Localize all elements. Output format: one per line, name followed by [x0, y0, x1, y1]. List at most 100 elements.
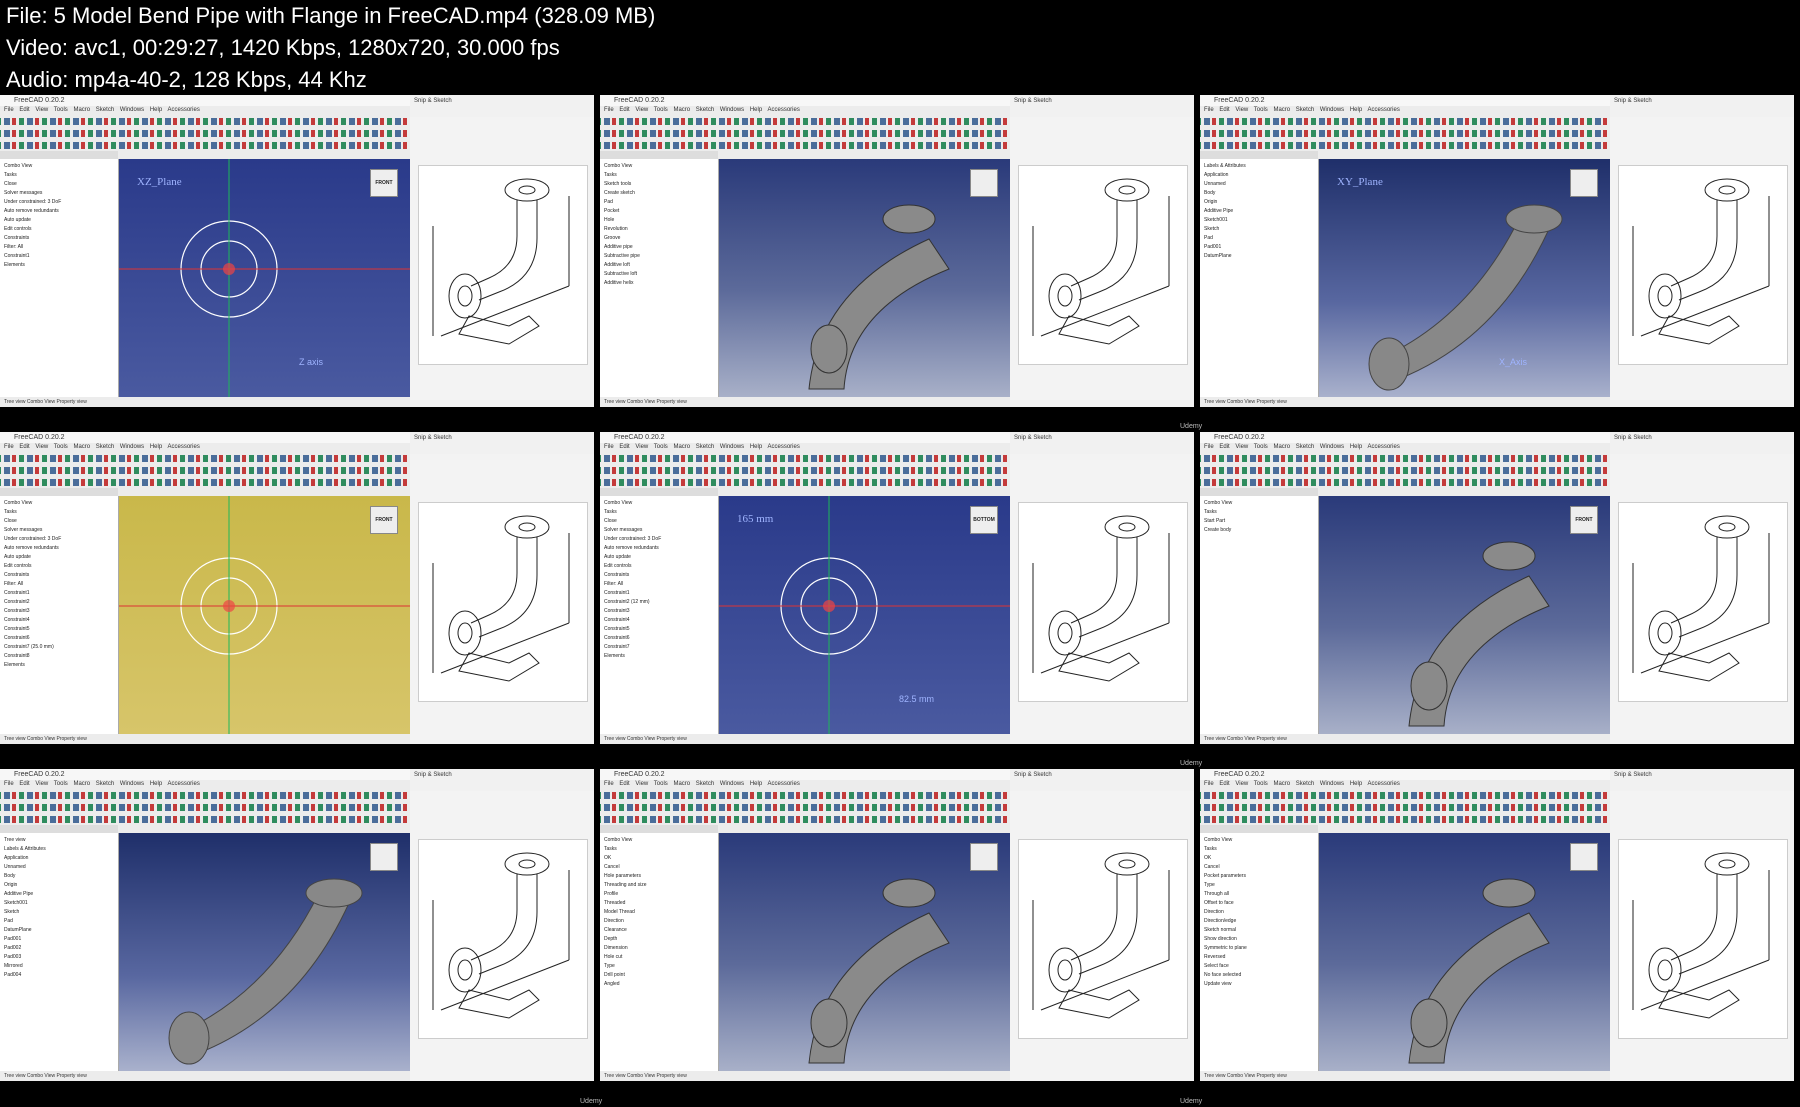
toolbar-row-1[interactable] — [600, 453, 1010, 464]
pipe-model[interactable] — [1319, 159, 1610, 397]
panel-line[interactable]: Constraint5 — [604, 626, 630, 633]
pipe-model[interactable] — [719, 159, 1010, 397]
panel-line[interactable]: Constraints — [4, 572, 29, 579]
navigation-cube[interactable]: FRONT — [370, 169, 398, 197]
3d-viewport[interactable] — [119, 833, 410, 1071]
pipe-model[interactable] — [119, 833, 410, 1071]
panel-line[interactable]: Pad — [4, 918, 13, 925]
panel-line[interactable]: Sketch tools — [604, 181, 631, 188]
panel-line[interactable]: Tasks — [604, 846, 617, 853]
panel-line[interactable]: Sketch001 — [4, 900, 28, 907]
panel-line[interactable]: Pocket parameters — [1204, 873, 1246, 880]
panel-line[interactable]: Dimension — [604, 945, 628, 952]
toolbar-row-1[interactable] — [0, 790, 410, 801]
status-tabs[interactable]: Tree view Combo View Property view — [1200, 1071, 1610, 1081]
panel-line[interactable]: Cancel — [1204, 864, 1220, 871]
toolbar-row-2[interactable] — [1200, 128, 1610, 139]
panel-line[interactable]: Pad002 — [4, 945, 21, 952]
pipe-model[interactable] — [719, 833, 1010, 1071]
navigation-cube[interactable] — [970, 843, 998, 871]
panel-line[interactable]: Reversed — [1204, 954, 1225, 961]
panel-line[interactable]: Filter: All — [4, 244, 23, 251]
panel-line[interactable]: Tasks — [4, 509, 17, 516]
panel-line[interactable]: Constraint1 — [4, 590, 30, 597]
panel-line[interactable]: Tasks — [4, 172, 17, 179]
status-tabs[interactable]: Tree view Combo View Property view — [600, 734, 1010, 744]
panel-line[interactable]: Constraint6 — [604, 635, 630, 642]
panel-line[interactable]: Constraint1 — [604, 590, 630, 597]
panel-line[interactable]: Application — [1204, 172, 1228, 179]
panel-line[interactable]: Elements — [604, 653, 625, 660]
panel-line[interactable]: Application — [4, 855, 28, 862]
panel-line[interactable]: Symmetric to plane — [1204, 945, 1247, 952]
status-tabs[interactable]: Tree view Combo View Property view — [600, 397, 1010, 407]
panel-line[interactable]: Under constrained: 3 DoF — [604, 536, 661, 543]
toolbar-row-3[interactable] — [600, 477, 1010, 488]
panel-line[interactable]: Labels & Attributes — [1204, 163, 1246, 170]
panel-line[interactable]: Solver messages — [4, 527, 42, 534]
menu-bar[interactable]: File Edit View Tools Macro Sketch Window… — [600, 780, 1010, 789]
toolbar-row-2[interactable] — [600, 465, 1010, 476]
toolbar-row-1[interactable] — [600, 790, 1010, 801]
toolbar-row-2[interactable] — [1200, 465, 1610, 476]
toolbar-row-1[interactable] — [1200, 453, 1610, 464]
toolbar-row-1[interactable] — [1200, 790, 1610, 801]
panel-line[interactable]: Edit controls — [4, 226, 32, 233]
panel-line[interactable]: Offset to face — [1204, 900, 1234, 907]
3d-viewport[interactable]: XY_Plane X_Axis — [1319, 159, 1610, 397]
panel-line[interactable]: Threaded — [604, 900, 625, 907]
panel-line[interactable]: Profile — [604, 891, 618, 898]
panel-line[interactable]: Origin — [1204, 199, 1217, 206]
panel-line[interactable]: Threading and size — [604, 882, 647, 889]
panel-line[interactable]: Under constrained: 3 DoF — [4, 536, 61, 543]
panel-line[interactable]: Under constrained: 3 DoF — [4, 199, 61, 206]
combo-view-panel[interactable]: Labels & Attributes Application Unnamed Bod… — [1200, 159, 1319, 397]
panel-line[interactable]: Unnamed — [1204, 181, 1226, 188]
panel-line[interactable]: Combo View — [1204, 500, 1232, 507]
toolbar-row-1[interactable] — [600, 116, 1010, 127]
combo-view-panel[interactable]: Tree view Labels & Attributes Application U… — [0, 833, 119, 1071]
panel-line[interactable]: Additive Pipe — [1204, 208, 1233, 215]
panel-line[interactable]: Additive loft — [604, 262, 630, 269]
panel-line[interactable]: Pad004 — [4, 972, 21, 979]
toolbar-row-2[interactable] — [0, 465, 410, 476]
toolbar-row-3[interactable] — [0, 477, 410, 488]
navigation-cube[interactable] — [970, 169, 998, 197]
panel-line[interactable]: Tasks — [604, 172, 617, 179]
panel-line[interactable]: Constraint3 — [604, 608, 630, 615]
panel-line[interactable]: Tasks — [604, 509, 617, 516]
panel-line[interactable]: Constraint2 — [4, 599, 30, 606]
panel-line[interactable]: Close — [4, 518, 17, 525]
navigation-cube[interactable] — [1570, 843, 1598, 871]
menu-bar[interactable]: File Edit View Tools Macro Sketch Window… — [0, 780, 410, 789]
panel-line[interactable]: Angled — [604, 981, 620, 988]
toolbar-row-2[interactable] — [600, 802, 1010, 813]
panel-line[interactable]: Constraint3 — [4, 608, 30, 615]
panel-line[interactable]: OK — [1204, 855, 1211, 862]
3d-viewport[interactable]: FRONT — [119, 496, 410, 734]
panel-line[interactable]: Constraint1 — [4, 253, 30, 260]
pipe-model[interactable] — [1319, 833, 1610, 1071]
panel-line[interactable]: Depth — [604, 936, 617, 943]
status-tabs[interactable]: Tree view Combo View Property view — [1200, 397, 1610, 407]
panel-line[interactable]: Solver messages — [4, 190, 42, 197]
combo-view-panel[interactable]: Combo View Tasks OK Cancel Pocket parameters… — [1200, 833, 1319, 1071]
combo-view-panel[interactable]: Combo View Tasks Close Solver messages Under… — [0, 159, 119, 397]
panel-line[interactable]: Constraint6 — [4, 635, 30, 642]
combo-view-panel[interactable]: Combo View Tasks Close Solver messages Under… — [600, 496, 719, 734]
panel-line[interactable]: Tasks — [1204, 846, 1217, 853]
toolbar-row-1[interactable] — [1200, 116, 1610, 127]
navigation-cube[interactable]: BOTTOM — [970, 506, 998, 534]
panel-line[interactable]: Hole cut — [604, 954, 622, 961]
combo-view-panel[interactable]: Combo View Tasks Close Solver messages Under… — [0, 496, 119, 734]
panel-line[interactable]: Combo View — [604, 163, 632, 170]
panel-line[interactable]: Combo View — [4, 163, 32, 170]
panel-line[interactable]: Pad — [1204, 235, 1213, 242]
panel-line[interactable]: Auto remove redundants — [4, 208, 59, 215]
navigation-cube[interactable]: FRONT — [1570, 506, 1598, 534]
panel-line[interactable]: Direction/edge — [1204, 918, 1236, 925]
panel-line[interactable]: Tree view — [4, 837, 26, 844]
panel-line[interactable]: Constraint7 — [604, 644, 630, 651]
panel-line[interactable]: Elements — [4, 662, 25, 669]
panel-line[interactable]: Direction — [1204, 909, 1224, 916]
